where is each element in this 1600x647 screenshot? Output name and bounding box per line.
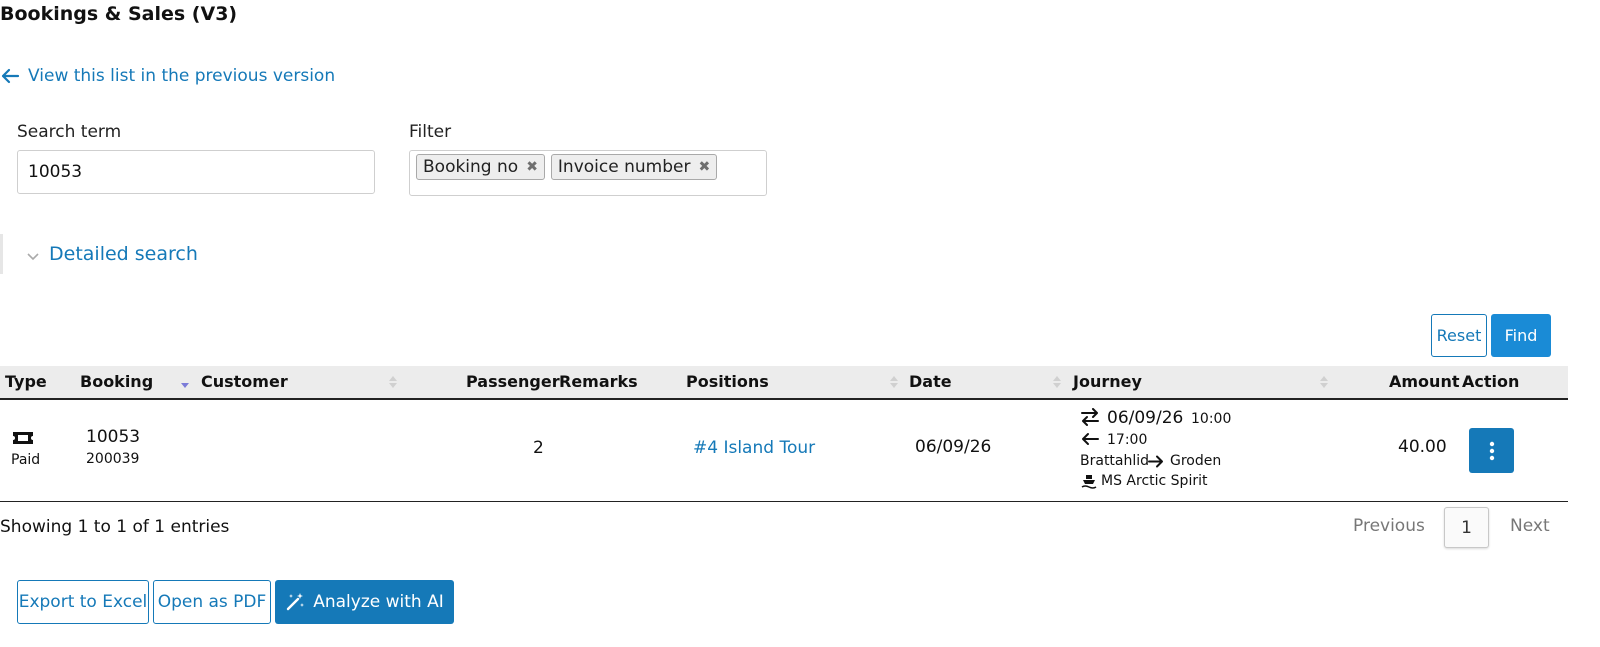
column-date[interactable]: Date <box>909 372 952 391</box>
filter-tag: Invoice number ✖ <box>550 154 718 180</box>
analyze-ai-label: Analyze with AI <box>313 592 444 612</box>
magic-wand-icon <box>287 593 305 611</box>
arrow-right-icon <box>1148 455 1163 468</box>
booking-sub-number: 200039 <box>86 451 140 467</box>
passenger-count: 2 <box>533 438 544 458</box>
table-row[interactable]: Paid 10053 200039 2 #4 Island Tour 06/09… <box>0 400 1568 502</box>
chevron-down-icon <box>27 253 39 261</box>
open-pdf-button[interactable]: Open as PDF <box>153 580 271 624</box>
column-type[interactable]: Type <box>5 372 47 391</box>
entries-info: Showing 1 to 1 of 1 entries <box>0 517 230 537</box>
filter-label: Filter <box>409 122 452 142</box>
filter-tag: Booking no ✖ <box>416 154 545 180</box>
pagination-previous[interactable]: Previous <box>1353 516 1425 536</box>
export-excel-button[interactable]: Export to Excel <box>17 580 149 624</box>
sort-icon[interactable] <box>1319 375 1329 389</box>
column-positions[interactable]: Positions <box>686 372 769 391</box>
journey-outbound-time: 10:00 <box>1191 411 1232 427</box>
previous-version-label: View this list in the previous version <box>28 66 336 86</box>
column-remarks[interactable]: Remarks <box>559 372 638 391</box>
previous-version-link[interactable]: View this list in the previous version <box>0 66 335 86</box>
ship-icon <box>1081 475 1097 489</box>
sort-icon[interactable] <box>388 375 398 389</box>
find-button[interactable]: Find <box>1491 314 1551 357</box>
journey-outbound-date: 06/09/26 <box>1107 408 1184 428</box>
pagination-page[interactable]: 1 <box>1444 507 1489 548</box>
filter-field[interactable]: Booking no ✖ Invoice number ✖ <box>409 150 767 196</box>
column-journey[interactable]: Journey <box>1073 372 1142 391</box>
search-input[interactable] <box>17 150 375 194</box>
row-actions-button[interactable] <box>1469 428 1514 473</box>
journey-vessel: MS Arctic Spirit <box>1101 473 1208 489</box>
column-booking[interactable]: Booking <box>80 372 153 391</box>
analyze-ai-button[interactable]: Analyze with AI <box>275 580 454 624</box>
journey-return-time: 17:00 <box>1107 432 1148 448</box>
filter-tag-label: Invoice number <box>557 157 691 177</box>
date-cell: 06/09/26 <box>915 437 992 457</box>
detailed-search-toggle[interactable]: Detailed search <box>0 234 300 274</box>
booking-number[interactable]: 10053 <box>86 427 140 447</box>
search-term-label: Search term <box>17 122 122 142</box>
column-passenger[interactable]: Passenger <box>466 372 560 391</box>
pagination-next[interactable]: Next <box>1510 516 1550 536</box>
return-arrow-icon <box>1082 433 1099 445</box>
ticket-icon <box>13 432 33 444</box>
column-amount[interactable]: Amount <box>1389 372 1459 391</box>
page-title: Bookings & Sales (V3) <box>0 3 238 25</box>
more-vertical-icon <box>1489 441 1494 460</box>
detailed-search-label: Detailed search <box>49 243 198 265</box>
round-trip-icon <box>1081 408 1099 426</box>
remove-tag-icon[interactable]: ✖ <box>526 159 538 175</box>
column-customer[interactable]: Customer <box>201 372 288 391</box>
sort-desc-icon[interactable] <box>180 375 190 389</box>
sort-icon[interactable] <box>889 375 899 389</box>
journey-from: Brattahlid <box>1080 453 1150 469</box>
position-link[interactable]: #4 Island Tour <box>693 438 815 458</box>
arrow-left-icon <box>1 68 20 84</box>
filter-tag-label: Booking no <box>423 157 519 177</box>
type-label: Paid <box>11 452 41 468</box>
remove-tag-icon[interactable]: ✖ <box>698 159 710 175</box>
journey-to: Groden <box>1170 453 1222 469</box>
column-action: Action <box>1462 372 1520 391</box>
sort-icon[interactable] <box>1052 375 1062 389</box>
amount-cell: 40.00 <box>1398 437 1447 457</box>
reset-button[interactable]: Reset <box>1431 314 1487 357</box>
table-header: Type Booking Customer Passenger Remarks … <box>0 366 1568 400</box>
